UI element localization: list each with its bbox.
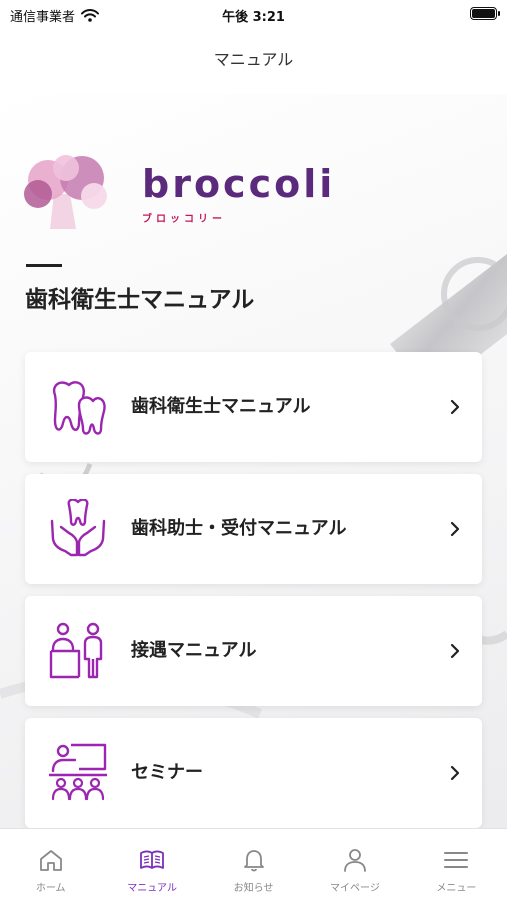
teeth-icon bbox=[52, 381, 106, 435]
menu-item-label: セミナー bbox=[131, 762, 203, 783]
bell-icon bbox=[243, 850, 264, 872]
status-time: 午後 3:21 bbox=[222, 10, 285, 25]
tab-label: メニュー bbox=[436, 883, 477, 894]
chevron-right-icon bbox=[450, 765, 460, 781]
content-area: broccoli ブロッコリー 歯科衛生士マニュアル 歯科衛生士マニュアル 歯科… bbox=[0, 94, 507, 828]
battery-icon bbox=[470, 7, 500, 20]
person-icon bbox=[344, 849, 366, 872]
menu-item-seminar[interactable]: セミナー bbox=[25, 718, 482, 828]
tab-notifications[interactable]: お知らせ bbox=[203, 829, 304, 900]
reception-icon bbox=[49, 622, 103, 679]
seminar-icon bbox=[49, 743, 107, 801]
chevron-right-icon bbox=[450, 521, 460, 537]
tab-manual[interactable]: マニュアル bbox=[101, 829, 202, 900]
tab-label: マニュアル bbox=[127, 883, 177, 894]
menu-item-label: 歯科衛生士マニュアル bbox=[131, 396, 311, 417]
home-icon bbox=[39, 850, 62, 871]
status-bar: 通信事業者 午後 3:21 bbox=[0, 0, 507, 28]
tab-label: お知らせ bbox=[233, 883, 274, 894]
navigation-header: マニュアル bbox=[0, 28, 507, 94]
bottom-tab-bar: ホーム マニュアル お知らせ マイページ メニュー bbox=[0, 828, 507, 900]
logo-wordmark: broccoli bbox=[142, 162, 336, 206]
broccoli-logo: broccoli ブロッコリー bbox=[24, 154, 344, 234]
chevron-right-icon bbox=[450, 399, 460, 415]
menu-item-assistant-reception-manual[interactable]: 歯科助士・受付マニュアル bbox=[25, 474, 482, 584]
book-icon bbox=[140, 850, 165, 869]
menu-icon bbox=[444, 852, 469, 868]
broccoli-logo-mark bbox=[24, 155, 107, 229]
tab-home[interactable]: ホーム bbox=[0, 829, 101, 900]
chevron-right-icon bbox=[450, 643, 460, 659]
menu-item-label: 接遇マニュアル bbox=[131, 640, 257, 661]
tab-mypage[interactable]: マイページ bbox=[304, 829, 405, 900]
tab-label: マイページ bbox=[330, 883, 380, 894]
logo-subtext: ブロッコリー bbox=[142, 214, 226, 225]
menu-item-label: 歯科助士・受付マニュアル bbox=[131, 518, 347, 539]
tab-label: ホーム bbox=[35, 883, 66, 894]
menu-item-customer-service-manual[interactable]: 接遇マニュアル bbox=[25, 596, 482, 706]
page-title: マニュアル bbox=[213, 50, 294, 69]
hands-tooth-icon bbox=[50, 499, 106, 557]
tab-menu[interactable]: メニュー bbox=[406, 829, 507, 900]
section-divider bbox=[26, 264, 62, 267]
section-title: 歯科衛生士マニュアル bbox=[25, 287, 255, 313]
menu-item-hygienist-manual[interactable]: 歯科衛生士マニュアル bbox=[25, 352, 482, 462]
